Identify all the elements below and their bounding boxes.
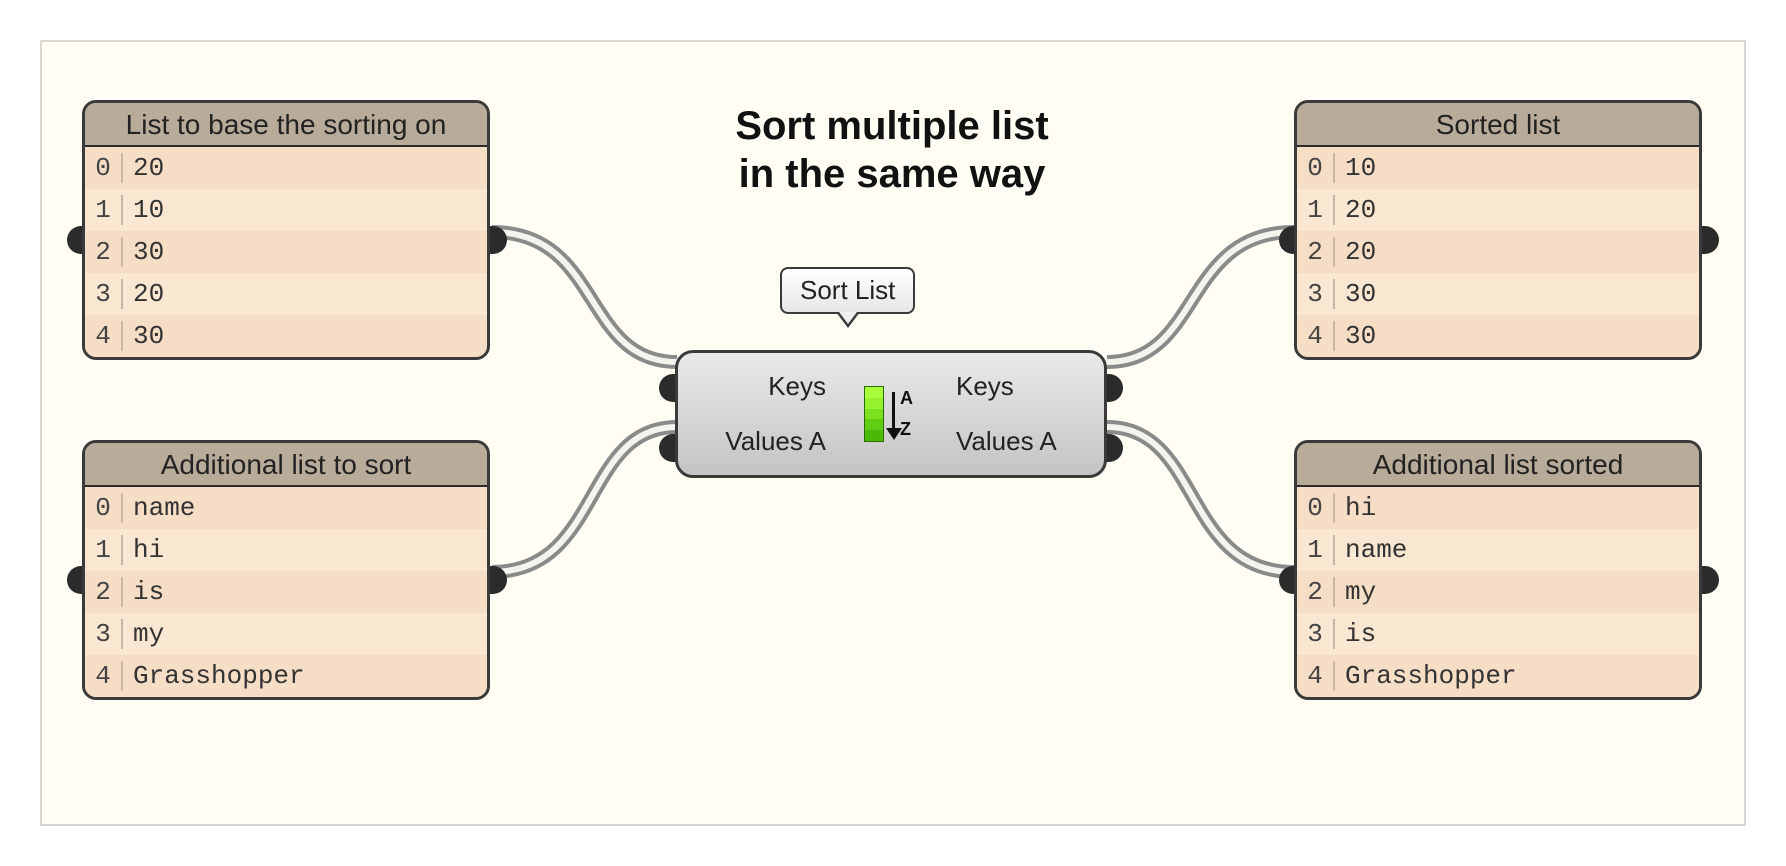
- panel-output-grip[interactable]: [489, 566, 507, 594]
- row-index: 2: [85, 237, 123, 267]
- table-row: 4Grasshopper: [1297, 655, 1699, 697]
- component-tooltip: Sort List: [780, 267, 915, 314]
- table-row: 020: [85, 147, 487, 189]
- table-row: 120: [1297, 189, 1699, 231]
- table-row: 220: [1297, 231, 1699, 273]
- row-index: 1: [1297, 195, 1335, 225]
- table-row: 0hi: [1297, 487, 1699, 529]
- table-row: 3my: [85, 613, 487, 655]
- row-value: 20: [123, 279, 164, 309]
- tooltip-label: Sort List: [800, 275, 895, 305]
- table-row: 010: [1297, 147, 1699, 189]
- panel-title: List to base the sorting on: [85, 103, 487, 147]
- row-value: is: [123, 577, 164, 607]
- row-index: 2: [85, 577, 123, 607]
- table-row: 3is: [1297, 613, 1699, 655]
- table-row: 430: [85, 315, 487, 357]
- row-value: my: [1335, 577, 1376, 607]
- table-row: 230: [85, 231, 487, 273]
- row-index: 0: [85, 153, 123, 183]
- row-value: 30: [1335, 321, 1376, 351]
- heading-line1: Sort multiple list: [735, 104, 1048, 148]
- row-value: 30: [123, 237, 164, 267]
- row-value: name: [123, 493, 195, 523]
- sort-output-grip-keys[interactable]: [1105, 374, 1123, 402]
- panel-sorted-values[interactable]: Additional list sorted 0hi1name2my3is4Gr…: [1294, 440, 1702, 700]
- row-value: Grasshopper: [1335, 661, 1517, 691]
- row-index: 3: [1297, 619, 1335, 649]
- panel-rows: 020110230320430: [85, 147, 487, 357]
- table-row: 4Grasshopper: [85, 655, 487, 697]
- row-index: 1: [85, 535, 123, 565]
- table-row: 1name: [1297, 529, 1699, 571]
- row-value: Grasshopper: [123, 661, 305, 691]
- row-index: 4: [1297, 321, 1335, 351]
- row-value: 20: [123, 153, 164, 183]
- row-index: 4: [1297, 661, 1335, 691]
- panel-rows: 010120220330430: [1297, 147, 1699, 357]
- canvas[interactable]: Sort multiple list in the same way Sort …: [40, 40, 1746, 826]
- table-row: 0name: [85, 487, 487, 529]
- row-value: 10: [123, 195, 164, 225]
- row-value: 20: [1335, 237, 1376, 267]
- output-port-values-label: Values A: [956, 426, 1104, 457]
- sort-az-icon: A Z: [864, 382, 918, 446]
- output-port-keys-label: Keys: [956, 371, 1104, 402]
- row-index: 2: [1297, 237, 1335, 267]
- row-value: 10: [1335, 153, 1376, 183]
- row-value: is: [1335, 619, 1376, 649]
- panel-sorted-keys[interactable]: Sorted list 010120220330430: [1294, 100, 1702, 360]
- row-index: 1: [85, 195, 123, 225]
- panel-output-grip[interactable]: [489, 226, 507, 254]
- row-index: 1: [1297, 535, 1335, 565]
- row-value: my: [123, 619, 164, 649]
- row-index: 0: [1297, 493, 1335, 523]
- table-row: 2is: [85, 571, 487, 613]
- table-row: 320: [85, 273, 487, 315]
- row-value: hi: [123, 535, 164, 565]
- table-row: 330: [1297, 273, 1699, 315]
- row-value: name: [1335, 535, 1407, 565]
- row-index: 3: [1297, 279, 1335, 309]
- panel-rows: 0hi1name2my3is4Grasshopper: [1297, 487, 1699, 697]
- input-port-keys-label: Keys: [678, 371, 826, 402]
- table-row: 2my: [1297, 571, 1699, 613]
- panel-source-keys[interactable]: List to base the sorting on 020110230320…: [82, 100, 490, 360]
- sort-output-grip-values[interactable]: [1105, 434, 1123, 462]
- row-index: 0: [1297, 153, 1335, 183]
- heading-line2: in the same way: [739, 152, 1046, 196]
- row-index: 3: [85, 279, 123, 309]
- row-index: 0: [85, 493, 123, 523]
- row-value: 20: [1335, 195, 1376, 225]
- panel-title: Sorted list: [1297, 103, 1699, 147]
- panel-output-grip[interactable]: [1701, 566, 1719, 594]
- row-index: 4: [85, 661, 123, 691]
- panel-title: Additional list to sort: [85, 443, 487, 487]
- row-index: 2: [1297, 577, 1335, 607]
- input-port-values-label: Values A: [678, 426, 826, 457]
- row-index: 3: [85, 619, 123, 649]
- table-row: 110: [85, 189, 487, 231]
- row-value: 30: [1335, 279, 1376, 309]
- row-value: 30: [123, 321, 164, 351]
- panel-title: Additional list sorted: [1297, 443, 1699, 487]
- panel-source-values[interactable]: Additional list to sort 0name1hi2is3my4G…: [82, 440, 490, 700]
- sort-list-component[interactable]: Keys Values A A Z Keys Values A: [675, 350, 1107, 478]
- diagram-title: Sort multiple list in the same way: [582, 102, 1202, 198]
- panel-output-grip[interactable]: [1701, 226, 1719, 254]
- panel-rows: 0name1hi2is3my4Grasshopper: [85, 487, 487, 697]
- row-value: hi: [1335, 493, 1376, 523]
- table-row: 430: [1297, 315, 1699, 357]
- table-row: 1hi: [85, 529, 487, 571]
- row-index: 4: [85, 321, 123, 351]
